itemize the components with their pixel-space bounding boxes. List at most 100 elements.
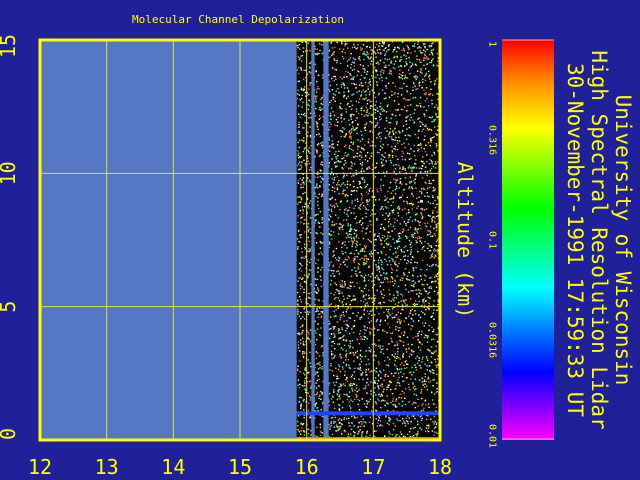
noise-pixel	[362, 89, 364, 91]
noise-pixel	[379, 384, 382, 387]
noise-pixel	[417, 339, 419, 341]
noise-pixel	[396, 356, 398, 358]
noise-pixel	[339, 161, 342, 163]
noise-pixel	[345, 70, 347, 73]
noise-pixel	[389, 332, 392, 335]
noise-pixel	[297, 280, 299, 282]
noise-pixel	[405, 58, 408, 60]
noise-pixel	[412, 89, 414, 91]
noise-pixel	[385, 120, 388, 122]
noise-pixel	[299, 339, 302, 341]
noise-pixel	[303, 183, 305, 185]
noise-pixel	[334, 336, 336, 338]
noise-pixel	[409, 99, 411, 101]
noise-pixel	[350, 376, 353, 378]
noise-pixel	[345, 356, 347, 358]
noise-pixel	[337, 182, 339, 184]
noise-pixel	[338, 364, 340, 366]
noise-pixel	[418, 357, 420, 359]
noise-pixel	[337, 150, 339, 152]
noise-pixel	[369, 310, 372, 312]
noise-pixel	[347, 215, 349, 217]
noise-pixel	[348, 364, 350, 367]
noise-pixel	[388, 256, 390, 258]
noise-pixel	[430, 137, 432, 140]
noise-pixel	[344, 264, 346, 266]
noise-pixel	[350, 63, 353, 66]
noise-pixel	[349, 287, 351, 290]
noise-pixel	[374, 167, 376, 169]
noise-pixel	[318, 193, 320, 195]
noise-pixel	[398, 381, 400, 384]
noise-pixel	[333, 327, 335, 330]
noise-pixel	[426, 192, 428, 194]
noise-pixel	[332, 340, 334, 343]
noise-pixel	[361, 178, 364, 181]
noise-pixel	[350, 129, 353, 131]
noise-pixel	[299, 383, 301, 386]
noise-pixel	[334, 348, 336, 350]
noise-pixel	[359, 186, 362, 188]
data-gap	[323, 40, 329, 440]
noise-pixel	[400, 108, 403, 111]
noise-pixel	[379, 281, 382, 284]
noise-pixel	[356, 255, 359, 258]
noise-pixel	[426, 283, 428, 286]
noise-pixel	[377, 415, 380, 418]
noise-pixel	[354, 230, 357, 232]
noise-pixel	[309, 50, 311, 52]
noise-pixel	[424, 166, 427, 168]
noise-pixel	[419, 275, 422, 277]
noise-pixel	[334, 355, 336, 357]
noise-pixel	[351, 200, 353, 202]
noise-pixel	[348, 400, 351, 403]
noise-pixel	[334, 176, 336, 179]
noise-pixel	[358, 112, 360, 115]
noise-pixel	[417, 205, 420, 208]
noise-pixel	[349, 332, 351, 335]
noise-pixel	[350, 161, 353, 163]
noise-pixel	[421, 201, 423, 203]
noise-pixel	[403, 320, 405, 322]
noise-pixel	[414, 282, 416, 284]
noise-pixel	[358, 57, 360, 60]
noise-pixel	[335, 309, 337, 311]
noise-pixel	[342, 190, 344, 193]
noise-pixel	[371, 328, 373, 330]
noise-pixel	[361, 164, 363, 166]
noise-pixel	[405, 317, 407, 320]
noise-pixel	[352, 121, 354, 123]
noise-pixel	[432, 48, 434, 51]
noise-pixel	[411, 349, 413, 351]
noise-pixel	[369, 350, 372, 353]
noise-pixel	[359, 258, 361, 261]
noise-pixel	[319, 307, 321, 309]
noise-pixel	[331, 135, 333, 137]
noise-pixel	[297, 313, 299, 315]
noise-pixel	[302, 212, 304, 215]
noise-pixel	[337, 141, 340, 143]
noise-pixel	[339, 283, 341, 285]
noise-pixel	[365, 90, 367, 92]
noise-pixel	[308, 292, 310, 295]
noise-pixel	[353, 44, 355, 46]
noise-pixel	[383, 235, 386, 238]
noise-pixel	[397, 95, 399, 98]
noise-pixel	[338, 425, 340, 428]
noise-pixel	[433, 318, 435, 320]
noise-pixel	[299, 132, 301, 134]
noise-pixel	[369, 215, 372, 217]
noise-pixel	[411, 62, 414, 65]
noise-pixel	[368, 199, 371, 201]
noise-pixel	[349, 136, 351, 139]
noise-pixel	[412, 195, 414, 197]
noise-pixel	[432, 65, 435, 67]
noise-pixel	[385, 198, 387, 201]
noise-pixel	[362, 431, 364, 433]
noise-pixel	[359, 59, 361, 61]
noise-pixel	[409, 135, 411, 137]
noise-pixel	[394, 60, 397, 62]
noise-pixel	[314, 344, 317, 346]
noise-pixel	[321, 103, 324, 106]
noise-pixel	[416, 262, 418, 264]
